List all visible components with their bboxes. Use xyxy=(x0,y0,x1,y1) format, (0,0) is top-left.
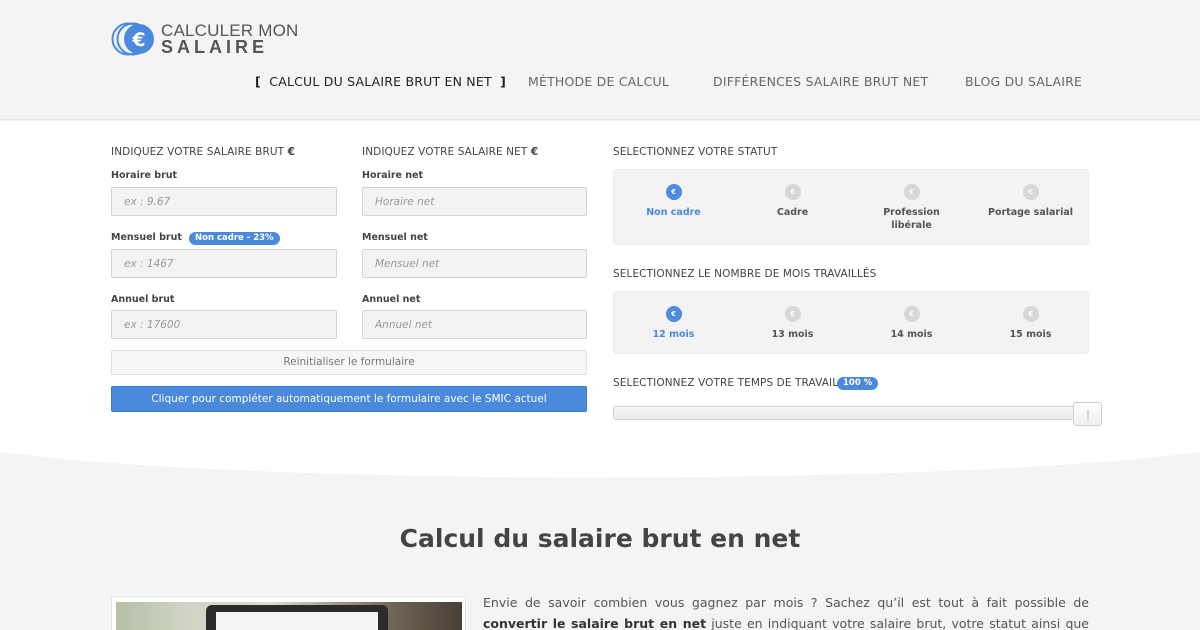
brut-section-title: INDIQUEZ VOTRE SALAIRE BRUT € xyxy=(111,146,295,158)
statut-option-label-line1: Profession xyxy=(883,207,940,218)
statut-section-title: SELECTIONNEZ VOTRE STATUT xyxy=(613,146,778,158)
reset-form-button[interactable]: Reinitialiser le formulaire xyxy=(111,350,587,375)
net-title-text: INDIQUEZ VOTRE SALAIRE NET xyxy=(362,146,528,158)
mensuel-brut-label: Mensuel brut xyxy=(111,232,182,243)
horaire-net-input[interactable] xyxy=(362,187,587,216)
horaire-brut-label: Horaire brut xyxy=(111,170,178,181)
euro-icon: € xyxy=(905,186,918,198)
radio-icon[interactable]: € xyxy=(784,306,801,322)
nav-item-calcul[interactable]: [ CALCUL DU SALAIRE BRUT EN NET ] xyxy=(255,74,506,89)
mois-option-label: 12 mois xyxy=(652,329,695,340)
main-nav: [ CALCUL DU SALAIRE BRUT EN NET ] MÉTHOD… xyxy=(0,74,1200,90)
mois-option-15[interactable]: € 15 mois xyxy=(971,306,1090,341)
euro-icon: € xyxy=(1024,308,1037,320)
laptop-screen-display xyxy=(216,612,378,630)
mois-option-label: 15 mois xyxy=(1009,329,1052,340)
statut-option-label: Non cadre xyxy=(646,207,701,218)
statut-option-label: Profession libérale xyxy=(852,206,971,232)
net-euro-symbol: € xyxy=(530,146,539,158)
site-logo[interactable]: € CALCULER MON SALAIRE xyxy=(111,20,298,60)
temps-slider-track[interactable] xyxy=(613,406,1089,420)
euro-icon: € xyxy=(667,186,680,198)
mois-section-title: SELECTIONNEZ LE NOMBRE DE MOIS TRAVAILLÉ… xyxy=(613,268,877,280)
euro-icon: € xyxy=(1024,186,1037,198)
laptop-illustration xyxy=(111,596,466,630)
radio-selected-icon[interactable]: € xyxy=(665,184,682,200)
statut-option-profession-liberale[interactable]: € Profession libérale xyxy=(852,184,971,232)
mois-option-label: 14 mois xyxy=(890,329,933,340)
euro-icon: € xyxy=(786,186,799,198)
statut-option-cadre[interactable]: € Cadre xyxy=(733,184,852,219)
site-header: € CALCULER MON SALAIRE [ CALCUL DU SALAI… xyxy=(0,0,1200,120)
intro-text-1: Envie de savoir combien vous gagnez par … xyxy=(483,595,1089,610)
annuel-brut-input[interactable] xyxy=(111,310,337,339)
radio-icon[interactable]: € xyxy=(903,184,920,200)
horaire-net-label: Horaire net xyxy=(362,170,424,181)
nav-item-differences[interactable]: DIFFÉRENCES SALAIRE BRUT NET xyxy=(713,74,928,89)
page-title: Calcul du salaire brut en net xyxy=(399,524,801,553)
mois-option-14[interactable]: € 14 mois xyxy=(852,306,971,341)
radio-icon[interactable]: € xyxy=(903,306,920,322)
statut-option-label: Cadre xyxy=(776,207,809,218)
radio-icon[interactable]: € xyxy=(1022,184,1039,200)
mois-option-13[interactable]: € 13 mois xyxy=(733,306,852,341)
nav-bracket-close: ] xyxy=(500,74,507,89)
annuel-net-input[interactable] xyxy=(362,310,587,339)
mensuel-net-input[interactable] xyxy=(362,249,587,278)
nav-bracket-open: [ xyxy=(255,74,261,89)
mois-option-label: 13 mois xyxy=(771,329,814,340)
mensuel-brut-input[interactable] xyxy=(111,249,337,278)
temps-section-title: SELECTIONNEZ VOTRE TEMPS DE TRAVAIL xyxy=(613,377,839,389)
mois-option-12[interactable]: € 12 mois xyxy=(614,306,733,341)
brut-title-text: INDIQUEZ VOTRE SALAIRE BRUT xyxy=(111,146,285,158)
euro-icon: € xyxy=(905,308,918,320)
temps-slider-handle[interactable] xyxy=(1073,402,1102,426)
net-section-title: INDIQUEZ VOTRE SALAIRE NET € xyxy=(362,146,538,158)
mois-options: € 12 mois € 13 mois € 14 mois € 15 mois xyxy=(613,291,1089,354)
intro-text-bold: convertir le salaire brut en net xyxy=(483,616,707,630)
statut-options: € Non cadre € Cadre € Profession libérale… xyxy=(613,169,1089,245)
wave-divider xyxy=(0,448,1200,478)
grip-icon xyxy=(1087,410,1089,420)
euro-icon: € xyxy=(667,308,680,320)
statut-rate-badge: Non cadre - 23% xyxy=(189,232,280,245)
statut-option-portage-salarial[interactable]: € Portage salarial xyxy=(971,184,1090,219)
radio-icon[interactable]: € xyxy=(1022,306,1039,322)
temps-percent-badge: 100 % xyxy=(837,377,879,390)
horaire-brut-input[interactable] xyxy=(111,187,337,216)
statut-option-non-cadre[interactable]: € Non cadre xyxy=(614,184,733,219)
nav-item-calcul-label: CALCUL DU SALAIRE BRUT EN NET xyxy=(269,74,492,89)
statut-option-label: Portage salarial xyxy=(987,207,1074,218)
brut-euro-symbol: € xyxy=(287,146,296,158)
annuel-brut-label: Annuel brut xyxy=(111,294,175,305)
logo-text-line2: SALAIRE xyxy=(161,37,269,57)
mensuel-net-label: Mensuel net xyxy=(362,232,428,243)
nav-item-methode[interactable]: MÉTHODE DE CALCUL xyxy=(528,74,669,89)
statut-option-label-line2: libérale xyxy=(891,220,932,231)
nav-item-blog[interactable]: BLOG DU SALAIRE xyxy=(965,74,1082,89)
intro-paragraph: Envie de savoir combien vous gagnez par … xyxy=(483,592,1089,630)
euro-logo-icon: € xyxy=(111,22,154,56)
svg-text:€: € xyxy=(131,29,145,51)
radio-selected-icon[interactable]: € xyxy=(665,306,682,322)
euro-icon: € xyxy=(786,308,799,320)
calculator-panel: INDIQUEZ VOTRE SALAIRE BRUT € Horaire br… xyxy=(0,121,1200,449)
radio-icon[interactable]: € xyxy=(784,184,801,200)
smic-autofill-button[interactable]: Cliquer pour compléter automatiquement l… xyxy=(111,386,587,412)
annuel-net-label: Annuel net xyxy=(362,294,421,305)
